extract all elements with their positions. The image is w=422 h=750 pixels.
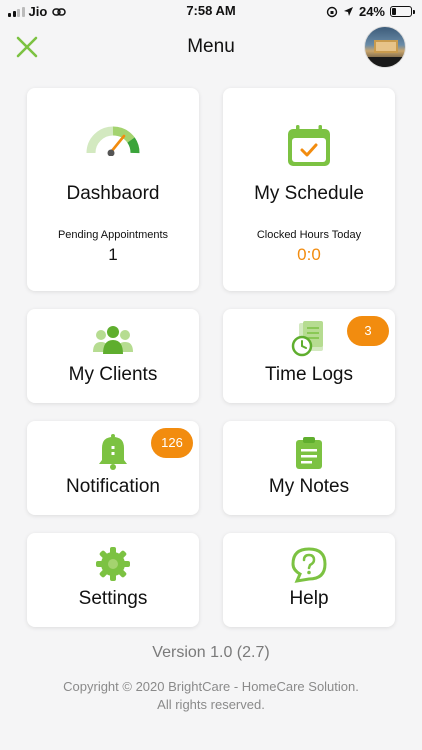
page-title: Menu: [187, 36, 235, 57]
group-users-icon: [93, 326, 133, 354]
notification-card[interactable]: Notification 126: [27, 421, 199, 515]
timesheet-clock-icon: [291, 321, 323, 357]
question-bubble-icon: [291, 547, 327, 583]
avatar[interactable]: [364, 26, 406, 68]
pending-appointments-label: Pending Appointments: [57, 229, 169, 241]
timelogs-badge: 3: [347, 316, 389, 346]
battery-percent: 24%: [358, 4, 385, 19]
notes-card[interactable]: My Notes: [223, 421, 395, 515]
clipboard-icon: [296, 437, 322, 469]
clients-card[interactable]: My Clients: [27, 309, 199, 403]
dashboard-card[interactable]: Dashbaord Pending Appointments 1: [27, 88, 199, 291]
dashboard-title: Dashbaord: [66, 183, 160, 204]
clocked-hours-value: 0:0: [297, 245, 321, 264]
settings-title: Settings: [78, 588, 148, 609]
schedule-title: My Schedule: [254, 183, 364, 204]
timelogs-card[interactable]: Time Logs 3: [223, 309, 395, 403]
help-title: Help: [289, 588, 329, 609]
timelogs-title: Time Logs: [265, 364, 353, 385]
bell-icon: [99, 434, 127, 470]
battery-icon: [390, 6, 415, 17]
clocked-hours-label: Clocked Hours Today: [256, 229, 362, 241]
help-card[interactable]: Help: [223, 533, 395, 627]
gauge-icon: [86, 126, 140, 156]
version-label: Version 1.0 (2.7): [152, 644, 270, 661]
notification-badge: 126: [151, 428, 193, 458]
pending-appointments-value: 1: [108, 245, 118, 264]
gear-icon: [96, 547, 130, 581]
copyright-text: Copyright © 2020 BrightCare - HomeCare S…: [63, 679, 359, 712]
notification-title: Notification: [66, 476, 160, 497]
header: Menu: [0, 24, 422, 70]
status-bar: Jio 7:58 AM 24%: [0, 0, 422, 24]
schedule-card[interactable]: My Schedule Clocked Hours Today 0:0: [223, 88, 395, 291]
orientation-lock-icon: [326, 6, 338, 17]
avatar-image: [365, 40, 405, 67]
notes-title: My Notes: [268, 476, 350, 497]
settings-card[interactable]: Settings: [27, 533, 199, 627]
calendar-check-icon: [288, 125, 330, 166]
location-arrow-icon: [343, 7, 353, 16]
clients-title: My Clients: [68, 364, 158, 385]
status-right: 24%: [326, 4, 415, 19]
